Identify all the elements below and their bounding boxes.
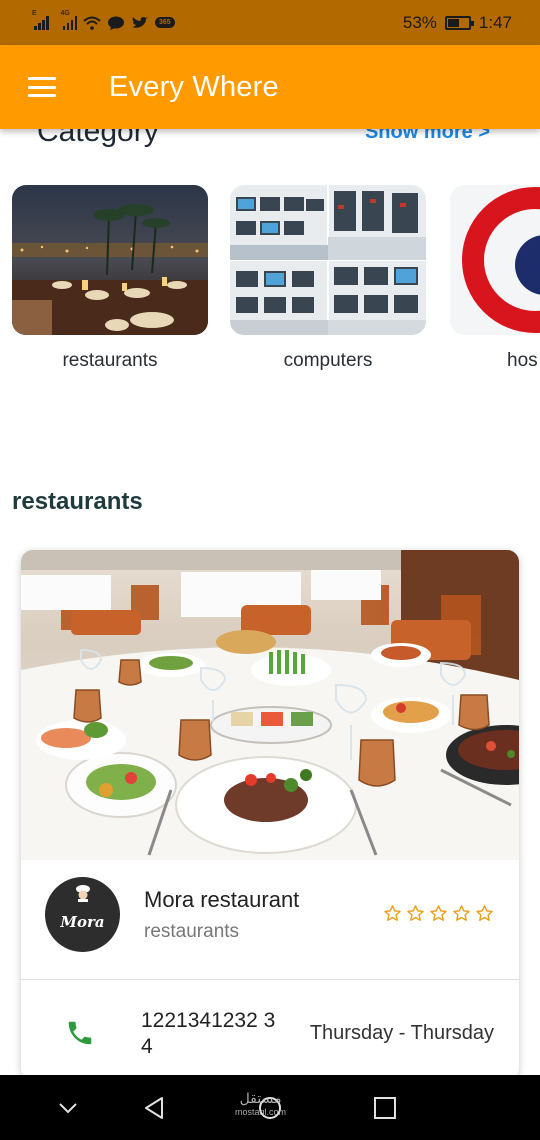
- battery-percent: 53%: [402, 12, 437, 32]
- app-bar: Every Where: [0, 45, 540, 129]
- battery-icon: [444, 15, 474, 30]
- star-icon[interactable]: [475, 904, 494, 923]
- restaurant-logo: Mora: [45, 877, 120, 952]
- open-days: Thursday - Thursday: [309, 1022, 494, 1044]
- wifi-icon: [83, 16, 101, 30]
- category-label: restaurants: [62, 350, 158, 371]
- watermark: مستقل mostaql.com: [235, 1090, 287, 1117]
- restaurant-info: Mora Mora restaurant restaurants: [21, 860, 519, 980]
- signal-icon: E: [32, 10, 49, 30]
- hamburger-menu-icon: [28, 77, 56, 97]
- menu-button[interactable]: [0, 45, 84, 129]
- recents-square-icon[interactable]: [370, 1093, 400, 1123]
- vpn-badge: 365: [155, 17, 175, 28]
- restaurant-photo: [21, 550, 519, 860]
- star-icon[interactable]: [406, 904, 425, 923]
- star-icon[interactable]: [452, 904, 471, 923]
- app-title: Every Where: [109, 70, 279, 103]
- star-icon[interactable]: [429, 904, 448, 923]
- status-icons-right: 53% 1:47: [403, 13, 512, 33]
- status-icons-left: E 4G 365: [32, 10, 175, 30]
- category-image-computers: [230, 185, 426, 335]
- chevron-down-icon[interactable]: [53, 1093, 83, 1123]
- section-title-restaurants: restaurants: [12, 488, 143, 515]
- category-label: computers: [283, 350, 373, 371]
- signal-icon: 4G: [61, 10, 77, 30]
- category-card-computers[interactable]: computers: [230, 185, 426, 372]
- category-label: hos: [507, 350, 538, 371]
- phone-number[interactable]: 1221341232 34: [141, 1008, 286, 1060]
- star-icon[interactable]: [383, 904, 402, 923]
- category-carousel[interactable]: restaurants computers hos: [0, 185, 540, 385]
- restaurant-card[interactable]: Mora Mora restaurant restaurants 1221341…: [21, 550, 519, 1075]
- message-icon: [108, 16, 124, 30]
- restaurant-contact: 1221341232 34 Thursday - Thursday: [21, 980, 519, 1075]
- chef-icon: [75, 885, 90, 902]
- back-triangle-icon[interactable]: [140, 1093, 170, 1123]
- restaurant-logo-text: Mora: [60, 912, 105, 931]
- clock: 1:47: [478, 12, 512, 32]
- category-card-restaurants[interactable]: restaurants: [12, 185, 208, 372]
- category-image-hos: [450, 185, 540, 335]
- restaurant-name: Mora restaurant: [144, 887, 300, 912]
- system-nav-bar: مستقل mostaql.com: [0, 1075, 540, 1140]
- status-bar: E 4G 365 53% 1:47: [0, 0, 540, 45]
- category-card-hos[interactable]: hos: [450, 185, 540, 372]
- main-content[interactable]: Category Show more > restaurants compute…: [0, 90, 540, 1075]
- rating-stars[interactable]: [383, 904, 494, 923]
- phone-icon[interactable]: [65, 1018, 95, 1048]
- twitter-icon: [132, 16, 148, 28]
- restaurant-category: restaurants: [144, 921, 240, 942]
- category-image-restaurants: [12, 185, 208, 335]
